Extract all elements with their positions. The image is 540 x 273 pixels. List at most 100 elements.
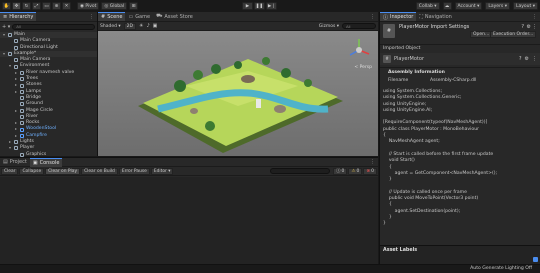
expand-arrow-icon[interactable]: ▸ <box>14 89 18 95</box>
inspector-panel: ⓘ Inspector ⛶ Navigation ⋮ # PlayerMotor I… <box>379 12 540 264</box>
global-toggle[interactable]: ◎ Global <box>101 2 128 10</box>
tab-project[interactable]: ▤ Project <box>0 158 30 167</box>
shading-dropdown[interactable]: Shaded ▾ <box>100 24 121 29</box>
scale-icon[interactable]: ⤢ <box>32 2 41 10</box>
help-icon[interactable]: ? <box>519 56 522 62</box>
light-icon[interactable]: ☀ <box>139 23 143 29</box>
error-count-toggle[interactable]: ⊗ 0 <box>363 167 377 175</box>
menu-icon[interactable]: ⋮ <box>532 56 537 62</box>
menu-icon[interactable]: ⋮ <box>370 159 375 165</box>
persp-label[interactable]: < Persp <box>354 65 372 70</box>
pause-icon[interactable]: ❚❚ <box>254 2 265 10</box>
scene-icon <box>8 33 12 38</box>
cloud-icon[interactable]: ☁ <box>442 2 452 10</box>
account-dropdown[interactable]: Account ▾ <box>454 2 483 10</box>
gameobject-icon <box>14 140 18 145</box>
hierarchy-search-input[interactable] <box>12 23 95 30</box>
error-pause-button[interactable]: Error Pause <box>118 167 150 175</box>
play-icon[interactable]: ▶ <box>242 2 253 10</box>
asset-labels-bar: Asset Labels <box>380 245 540 264</box>
expand-arrow-icon[interactable]: ▾ <box>8 63 12 69</box>
warning-count-icon: ⚠ <box>351 168 356 174</box>
open-button[interactable]: Open... <box>470 31 493 38</box>
tab-inspector[interactable]: ⓘ Inspector <box>380 12 417 21</box>
clear-on-play-button[interactable]: Clear on Play <box>45 167 81 175</box>
gameobject-icon <box>20 127 24 132</box>
expand-arrow-icon[interactable]: ▾ <box>2 32 6 38</box>
axis-gizmo-icon <box>349 39 370 56</box>
scene-tabs: # Scene ▭ Game ⛟ Asset Store ⋮ <box>98 12 378 22</box>
hierarchy-panel: ≡Hierarchy ⋮ + ▾ ▾MainMain CameraDirecti… <box>0 12 98 157</box>
status-bar: Auto Generate Lighting Off <box>0 264 540 273</box>
main-toolbar: ✋ ✥ ↻ ⤢ ▭ ⊕ ✕ ◉ Pivot ◎ Global ⊞ ▶ ❚❚ ▶❘… <box>0 0 540 12</box>
tab-scene[interactable]: # Scene <box>98 12 126 21</box>
audio-icon[interactable]: ♪ <box>146 23 149 29</box>
expand-arrow-icon[interactable]: ▾ <box>8 145 12 151</box>
expand-arrow-icon[interactable]: ▸ <box>14 108 18 114</box>
navigation-icon: ⛶ <box>419 13 423 20</box>
settings-icon[interactable]: ⚙ <box>527 24 531 30</box>
play-controls: ▶ ❚❚ ▶❘ <box>242 2 277 10</box>
scene-render <box>138 57 343 153</box>
grid-icon: # <box>101 14 106 20</box>
menu-icon[interactable]: ⋮ <box>532 14 537 20</box>
console-search-input[interactable] <box>270 168 331 174</box>
rect-icon[interactable]: ▭ <box>42 2 51 10</box>
gameobject-icon <box>14 58 18 63</box>
layout-dropdown[interactable]: Layout ▾ <box>512 2 538 10</box>
scene-icon <box>8 52 12 57</box>
console-log-area[interactable] <box>0 177 378 265</box>
info-icon: ⓘ <box>383 14 389 21</box>
tab-asset-store[interactable]: ⛟ Asset Store <box>153 12 196 21</box>
rotate-icon[interactable]: ↻ <box>22 2 31 10</box>
hand-icon[interactable]: ✋ <box>2 2 11 10</box>
snap-button[interactable]: ⊞ <box>129 2 139 10</box>
collab-button[interactable]: Collab ▾ <box>415 2 440 10</box>
gameobject-icon <box>20 89 24 94</box>
help-icon[interactable]: ? <box>521 24 524 30</box>
count-value: 0 <box>341 168 345 174</box>
tab-hierarchy[interactable]: ≡ Hierarchy <box>0 12 37 21</box>
menu-icon[interactable]: ⋮ <box>532 24 537 30</box>
tab-console[interactable]: ▣ Console <box>29 157 63 167</box>
pivot-toggle[interactable]: ◉ Pivot <box>77 2 100 10</box>
clear-on-build-button[interactable]: Clear on Build <box>81 167 118 175</box>
expand-arrow-icon[interactable]: ▾ <box>2 51 6 57</box>
player-capsule <box>256 99 261 108</box>
step-icon[interactable]: ▶❘ <box>266 2 277 10</box>
layers-dropdown[interactable]: Layers ▾ <box>485 2 510 10</box>
list-icon: ≡ <box>3 14 8 20</box>
filename-row: Filename Assembly-CSharp.dll <box>388 77 536 84</box>
custom-icon[interactable]: ✕ <box>62 2 71 10</box>
effects-icon[interactable]: ▣ <box>153 23 158 29</box>
tab-game[interactable]: ▭ Game <box>125 12 153 21</box>
scene-gizmo[interactable] <box>346 37 372 63</box>
expand-arrow-icon[interactable]: ▸ <box>14 133 18 139</box>
script-preview: using System.Collections; using System.Co… <box>380 86 540 228</box>
clear-button[interactable]: Clear <box>1 167 19 175</box>
imported-object-row: # PlayerMotor ? ⚙ ⋮ <box>380 53 540 65</box>
settings-icon[interactable]: ⚙ <box>525 56 529 62</box>
move-icon[interactable]: ✥ <box>12 2 21 10</box>
create-button[interactable]: + ▾ <box>2 24 10 30</box>
info-count-icon: ⓘ <box>336 169 341 174</box>
gameobject-icon <box>20 83 24 88</box>
tab-navigation[interactable]: ⛶ Navigation <box>416 12 454 21</box>
execution-order-button[interactable]: Execution Order... <box>490 31 537 38</box>
gizmos-dropdown[interactable]: Gizmos ▾ <box>319 24 339 29</box>
scene-search-input[interactable] <box>342 23 376 29</box>
collapse-button[interactable]: Collapse <box>19 167 45 175</box>
transform-icon[interactable]: ⊕ <box>52 2 61 10</box>
mode-2d-toggle[interactable]: 2D <box>123 22 136 30</box>
scene-viewport[interactable]: < Persp <box>98 31 378 156</box>
hierarchy-search-row: + ▾ <box>0 22 97 31</box>
console-icon: ▣ <box>32 159 38 166</box>
menu-icon[interactable]: ⋮ <box>370 14 375 20</box>
inspector-title-block: # PlayerMotor Import Settings ? ⚙ ⋮ Open… <box>380 22 540 44</box>
status-text: Auto Generate Lighting Off <box>470 266 532 271</box>
warning-count-toggle[interactable]: ⚠ 0 <box>348 167 363 175</box>
editor-dropdown[interactable]: Editor ▾ <box>150 167 174 175</box>
info-count-toggle[interactable]: ⓘ 0 <box>333 167 348 175</box>
asset-bundle-icon[interactable] <box>533 257 538 262</box>
menu-icon[interactable]: ⋮ <box>89 14 94 20</box>
